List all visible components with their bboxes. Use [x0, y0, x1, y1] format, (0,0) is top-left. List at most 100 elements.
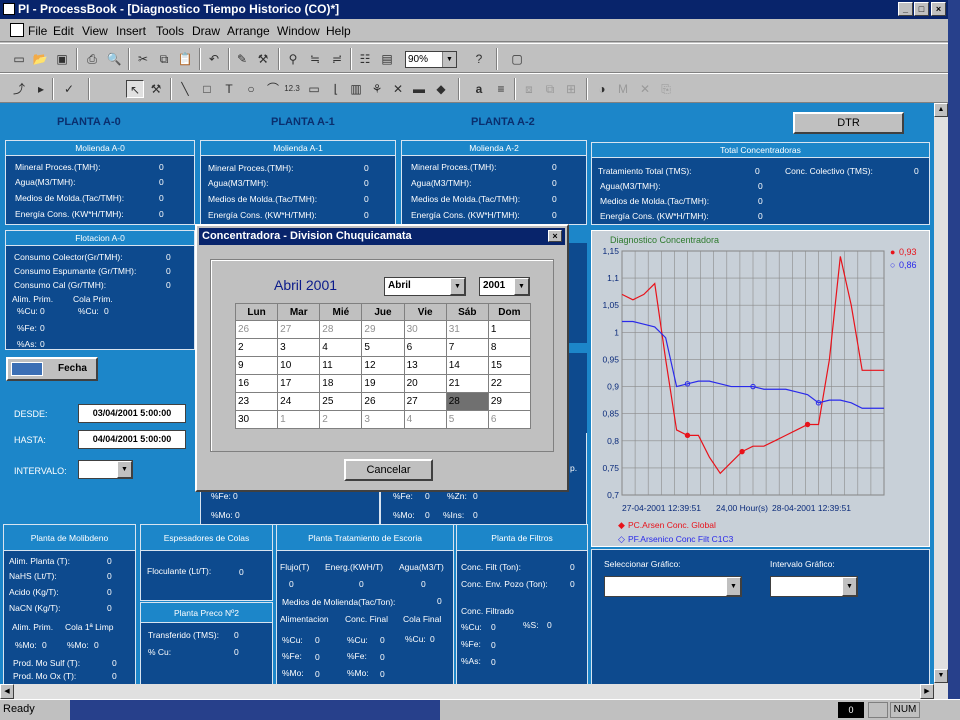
diagnostic-chart-panel[interactable]: Diagnostico Concentradora 1,15 1,1 1,05 1 0,…	[591, 230, 930, 547]
chevron-down-icon[interactable]: ▼	[842, 577, 857, 596]
calendar-day[interactable]: 22	[487, 374, 532, 393]
calendar-day[interactable]: 11	[319, 356, 363, 375]
menu-insert[interactable]: Insert	[116, 24, 146, 38]
bar-icon[interactable]: ▥	[347, 80, 365, 98]
calendar-day[interactable]: 3	[277, 338, 321, 357]
symbol-icon[interactable]: ⚘	[368, 80, 386, 98]
calendar-day[interactable]: 26	[234, 320, 279, 339]
copy-icon[interactable]: ⧉	[155, 50, 173, 68]
calendar-day[interactable]: 21	[445, 374, 489, 393]
chart-edit-icon[interactable]: ✓	[60, 80, 78, 98]
scroll-up-icon[interactable]: ▲	[934, 103, 948, 117]
button-icon[interactable]: ▭	[305, 80, 323, 98]
chevron-down-icon[interactable]: ▼	[514, 278, 529, 295]
save-icon[interactable]: ▣	[53, 50, 71, 68]
calendar-day[interactable]: 28	[445, 392, 489, 411]
ellipse-icon[interactable]: ○	[242, 80, 260, 98]
trend-icon[interactable]: ≒	[306, 50, 324, 68]
calendar-day[interactable]: 8	[487, 338, 532, 357]
dialog-title-bar[interactable]: Concentradora - Division Chuquicamata ×	[199, 228, 565, 245]
tools-icon[interactable]: ⚒	[254, 50, 272, 68]
calendar-day[interactable]: 13	[403, 356, 447, 375]
grid-icon[interactable]: ☷	[356, 50, 374, 68]
vertical-scrollbar[interactable]: ▲ ▼	[934, 103, 948, 699]
line-weight-icon[interactable]: ≡	[492, 80, 510, 98]
year-select[interactable]: 2001 ▼	[479, 277, 530, 296]
legend-series-1[interactable]: PC.Arsen Conc. Global	[628, 520, 716, 530]
paste-icon[interactable]: 📋	[176, 50, 194, 68]
text-icon[interactable]: T	[220, 80, 238, 98]
build-icon[interactable]: ⤴	[10, 80, 28, 98]
new-icon[interactable]: ▭	[10, 50, 28, 68]
menu-edit[interactable]: Edit	[53, 24, 74, 38]
cut-icon[interactable]: ✂	[134, 50, 152, 68]
menu-window[interactable]: Window	[277, 24, 320, 38]
menu-tools[interactable]: Tools	[156, 24, 184, 38]
calendar-day[interactable]: 30	[403, 320, 447, 339]
hammer-icon[interactable]: ⚒	[147, 80, 165, 98]
maximize-button[interactable]: □	[914, 2, 929, 16]
undo-icon[interactable]: ↶	[205, 50, 223, 68]
calendar-day[interactable]: 27	[277, 320, 321, 339]
fecha-button[interactable]: Fecha	[6, 357, 98, 381]
hasta-input[interactable]: 04/04/2001 5:00:00	[78, 430, 186, 449]
calendar-day[interactable]: 19	[361, 374, 405, 393]
menu-file[interactable]: File	[28, 24, 47, 38]
desde-input[interactable]: 03/04/2001 5:00:00	[78, 404, 186, 423]
value-icon[interactable]: 12.3	[283, 80, 301, 98]
dtr-button[interactable]: DTR	[793, 112, 904, 134]
minimize-button[interactable]: _	[898, 2, 913, 16]
print-preview-icon[interactable]: 🔍	[105, 50, 123, 68]
menu-help[interactable]: Help	[326, 24, 351, 38]
calendar-day[interactable]: 6	[487, 410, 532, 429]
context-help-icon[interactable]: ?	[470, 50, 488, 68]
calendar-day[interactable]: 25	[319, 392, 363, 411]
delete-icon[interactable]: ✕	[636, 80, 654, 98]
line-icon[interactable]: ╲	[176, 80, 194, 98]
properties-icon[interactable]: ⎘	[657, 80, 675, 98]
calendar-day[interactable]: 1	[277, 410, 321, 429]
grafico-select[interactable]: ▼	[604, 576, 742, 597]
calendar-day[interactable]: 28	[319, 320, 363, 339]
calendar-day[interactable]: 29	[487, 392, 532, 411]
crossed-tools-icon[interactable]: ✕	[389, 80, 407, 98]
calendar-day[interactable]: 20	[403, 374, 447, 393]
calendar-day[interactable]: 10	[277, 356, 321, 375]
scroll-right-icon[interactable]: ▶	[920, 684, 934, 699]
tag-search-icon[interactable]: ⚲	[284, 50, 302, 68]
calendar-day[interactable]: 2	[319, 410, 363, 429]
close-button[interactable]: ×	[931, 2, 946, 16]
calendar-day[interactable]: 1	[487, 320, 532, 339]
intervalo-select[interactable]: ▼	[78, 460, 133, 479]
macro-icon[interactable]: M	[614, 80, 632, 98]
menu-draw[interactable]: Draw	[192, 24, 220, 38]
data-icon[interactable]: ≓	[328, 50, 346, 68]
calendar-day[interactable]: 5	[361, 338, 405, 357]
calendar-day[interactable]: 23	[234, 392, 279, 411]
calendar-day[interactable]: 26	[361, 392, 405, 411]
trend-tool-icon[interactable]: ⌊	[327, 80, 345, 98]
picture-icon[interactable]: ▬	[410, 80, 428, 98]
font-icon[interactable]: a	[470, 80, 488, 98]
chevron-down-icon[interactable]: ▼	[442, 52, 456, 67]
document-icon[interactable]	[10, 23, 24, 37]
scroll-down-icon[interactable]: ▼	[934, 669, 948, 683]
zoom-select[interactable]: 90% ▼	[405, 51, 457, 68]
play-icon[interactable]: ▸	[32, 80, 50, 98]
palette-icon[interactable]: ◑	[593, 80, 611, 98]
run-mode-icon[interactable]: ▢	[508, 50, 526, 68]
print-icon[interactable]: ⎙	[83, 50, 101, 68]
month-select[interactable]: Abril ▼	[384, 277, 466, 296]
calendar-day[interactable]: 16	[234, 374, 279, 393]
horizontal-scrollbar[interactable]: ◀ ▶	[0, 684, 934, 699]
cancel-button[interactable]: Cancelar	[344, 459, 433, 481]
calendar-day[interactable]: 4	[319, 338, 363, 357]
align-icon[interactable]: ⊞	[562, 80, 580, 98]
calendar-day[interactable]: 27	[403, 392, 447, 411]
calendar-day[interactable]: 14	[445, 356, 489, 375]
group-icon[interactable]: ⧈	[520, 80, 538, 98]
calendar-day[interactable]: 17	[277, 374, 321, 393]
calendar-day[interactable]: 18	[319, 374, 363, 393]
calendar-day[interactable]: 6	[403, 338, 447, 357]
chevron-down-icon[interactable]: ▼	[450, 278, 465, 295]
